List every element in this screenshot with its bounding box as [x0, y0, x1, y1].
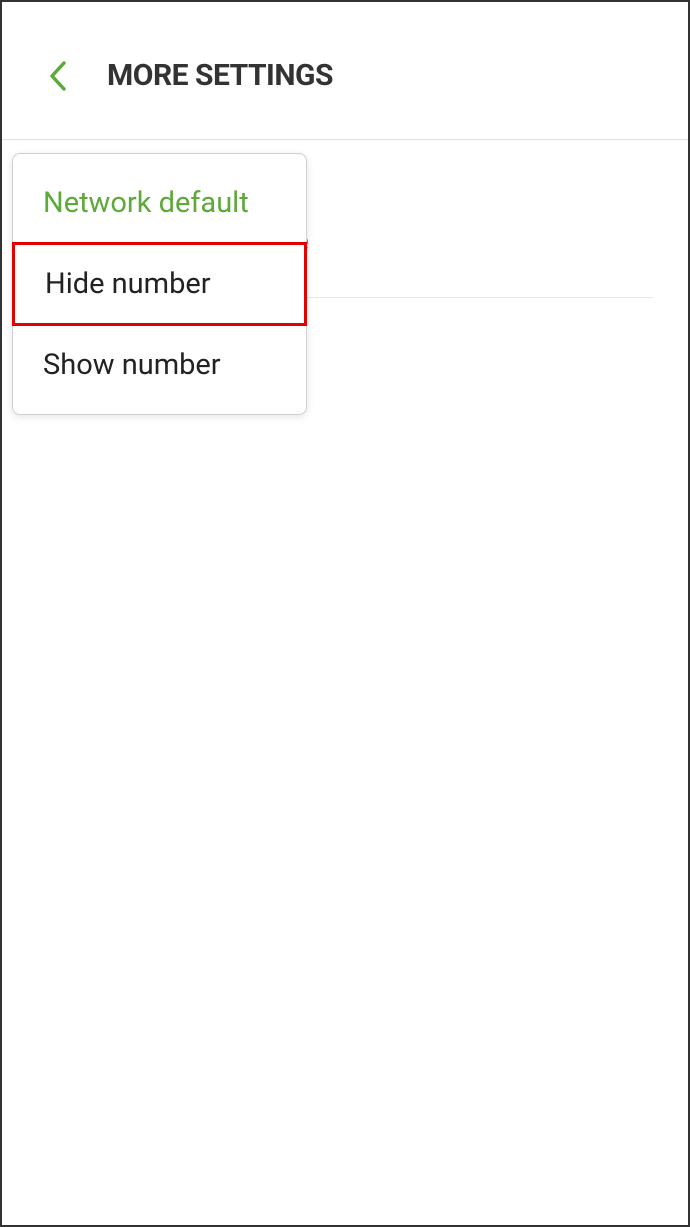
- caller-id-dropdown: Network default Hide number Show number: [12, 153, 307, 415]
- content-area: ng calls according to the Network defaul…: [2, 140, 688, 200]
- chevron-left-icon: [46, 59, 68, 93]
- header: MORE SETTINGS: [2, 2, 688, 140]
- dropdown-option-show-number[interactable]: Show number: [13, 326, 306, 404]
- dropdown-option-network-default[interactable]: Network default: [13, 164, 306, 242]
- page-title: MORE SETTINGS: [107, 58, 333, 93]
- back-button[interactable]: [37, 56, 77, 96]
- dropdown-option-hide-number[interactable]: Hide number: [12, 242, 307, 326]
